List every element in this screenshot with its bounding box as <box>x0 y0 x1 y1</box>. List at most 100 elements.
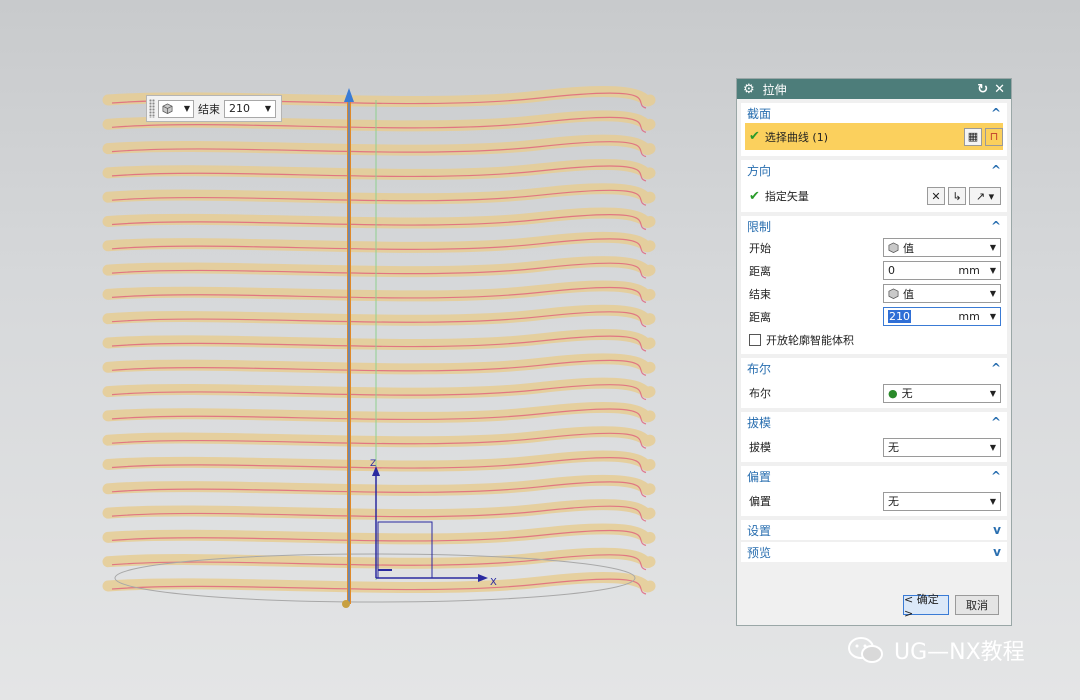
chevron-down-icon: ▼ <box>989 388 996 398</box>
open-profile-row: 开放轮廓智能体积 <box>741 328 1007 351</box>
boolean-header[interactable]: 布尔 ^ <box>741 358 1007 378</box>
curve-select-icon[interactable]: ⊓ <box>985 127 1003 146</box>
chevron-down-icon: ▼ <box>989 312 996 321</box>
vector-dialog-icon[interactable]: ↳ <box>948 187 966 205</box>
boolean-none-icon: ● <box>888 386 898 400</box>
chevron-down-icon: ▼ <box>989 496 996 506</box>
boolean-title: 布尔 <box>747 361 772 376</box>
end-label: 结束 <box>198 102 220 116</box>
chevron-up-icon: ^ <box>990 219 1001 233</box>
cube-icon <box>888 288 899 299</box>
check-icon: ✔ <box>749 188 760 204</box>
end-value-dropdown[interactable]: 210 ▼ <box>224 99 276 118</box>
offset-dropdown[interactable]: 无 ▼ <box>883 491 1001 511</box>
direction-header[interactable]: 方向 ^ <box>741 160 1007 180</box>
boolean-dropdown[interactable]: ● 无 ▼ <box>883 383 1001 403</box>
section-panel: 截面 ^ ✔ 选择曲线 (1) ▦ ⊓ <box>741 103 1007 156</box>
vector-arrow-head <box>344 88 354 102</box>
preview-header[interactable]: 预览 v <box>741 542 1007 562</box>
draft-panel: 拔模 ^ 拔模 无 ▼ <box>741 412 1007 462</box>
extrude-dialog: ⚙ 拉伸 ↻ ✕ 截面 ^ ✔ 选择曲线 (1) ▦ ⊓ 方向 ^ ✔ 指定矢量… <box>736 78 1012 626</box>
boolean-value: 无 <box>901 387 913 400</box>
wcs-triad: Z X <box>370 459 497 588</box>
limits-title: 限制 <box>747 219 772 234</box>
chevron-down-icon: ▼ <box>989 289 996 298</box>
unit-label: mm <box>958 310 980 323</box>
check-icon: ✔ <box>749 129 760 144</box>
chevron-down-icon: ▼ <box>264 104 271 113</box>
specify-vector-label: 指定矢量 <box>764 190 809 203</box>
chevron-down-icon: v <box>993 545 1001 559</box>
boolean-label: 布尔 <box>749 387 771 400</box>
open-profile-label: 开放轮廓智能体积 <box>766 333 854 347</box>
end-distance-label: 距离 <box>749 310 771 324</box>
unit-label: mm <box>958 264 980 277</box>
offset-title: 偏置 <box>747 469 772 484</box>
dialog-title: 拉伸 <box>762 82 787 97</box>
cube-icon <box>162 103 173 114</box>
offset-value: 无 <box>888 495 899 508</box>
mini-toolbar: ▼ 结束 210 ▼ <box>146 95 282 122</box>
start-type-value: 值 <box>903 241 914 255</box>
reset-icon[interactable]: ↻ <box>977 82 988 97</box>
preview-panel: 预览 v <box>741 542 1007 562</box>
chevron-up-icon: ^ <box>990 469 1001 483</box>
end-row: 结束 值 ▼ <box>741 282 1007 305</box>
start-distance-label: 距离 <box>749 264 771 278</box>
start-type-dropdown[interactable]: 值 ▼ <box>883 238 1001 257</box>
boolean-panel: 布尔 ^ 布尔 ● 无 ▼ <box>741 358 1007 408</box>
chevron-down-icon: v <box>993 523 1001 537</box>
grip-handle[interactable] <box>149 99 155 118</box>
section-header[interactable]: 截面 ^ <box>741 103 1007 123</box>
end-value: 210 <box>229 102 250 115</box>
end-label: 结束 <box>749 287 771 301</box>
watermark-text: UG—NX教程 <box>894 640 1025 665</box>
boolean-row: 布尔 ● 无 ▼ <box>741 378 1007 408</box>
end-distance-row: 距离 210 mm ▼ <box>741 305 1007 328</box>
start-distance-row: 距离 0 mm ▼ <box>741 259 1007 282</box>
draft-row: 拔模 无 ▼ <box>741 432 1007 462</box>
chevron-up-icon: ^ <box>990 163 1001 177</box>
draft-value: 无 <box>888 441 899 454</box>
chevron-up-icon: ^ <box>990 106 1001 120</box>
draft-title: 拔模 <box>747 415 772 430</box>
end-type-value: 值 <box>903 287 914 301</box>
draft-header[interactable]: 拔模 ^ <box>741 412 1007 432</box>
start-distance-field[interactable]: 0 mm ▼ <box>883 261 1001 280</box>
cube-icon <box>888 242 899 253</box>
settings-header[interactable]: 设置 v <box>741 520 1007 540</box>
section-title: 截面 <box>747 106 772 121</box>
open-profile-checkbox[interactable] <box>749 333 761 346</box>
offset-row: 偏置 无 ▼ <box>741 486 1007 516</box>
direction-panel: 方向 ^ ✔ 指定矢量 ✕ ↳ ↗ ▾ <box>741 160 1007 212</box>
direction-title: 方向 <box>747 163 772 178</box>
settings-panel: 设置 v <box>741 520 1007 540</box>
end-distance-value: 210 <box>888 310 911 323</box>
limit-type-dropdown[interactable]: ▼ <box>158 99 194 118</box>
reverse-direction-icon[interactable]: ✕ <box>927 187 945 205</box>
offset-header[interactable]: 偏置 ^ <box>741 466 1007 486</box>
ok-button[interactable]: < 确定 > <box>903 593 949 620</box>
select-curve-row[interactable]: ✔ 选择曲线 (1) ▦ ⊓ <box>745 123 1003 150</box>
end-type-dropdown[interactable]: 值 ▼ <box>883 284 1001 303</box>
offset-panel: 偏置 ^ 偏置 无 ▼ <box>741 466 1007 516</box>
vector-type-dropdown[interactable]: ↗ ▾ <box>969 187 1001 205</box>
draft-label: 拔模 <box>749 441 771 454</box>
draft-dropdown[interactable]: 无 ▼ <box>883 437 1001 457</box>
offset-label: 偏置 <box>749 495 771 508</box>
chevron-down-icon: ▼ <box>989 442 996 452</box>
end-distance-field[interactable]: 210 mm ▼ <box>883 307 1001 326</box>
x-axis-label: X <box>490 577 497 588</box>
watermark: UG—NX教程 <box>846 634 1025 666</box>
sketch-section-icon[interactable]: ▦ <box>964 127 982 146</box>
chevron-down-icon: ▼ <box>183 104 190 113</box>
close-icon[interactable]: ✕ <box>994 82 1005 97</box>
gear-icon: ⚙ <box>743 81 755 97</box>
chevron-down-icon: ▼ <box>989 243 996 252</box>
extruded-coil-body <box>102 86 656 595</box>
cancel-button[interactable]: 取消 <box>955 595 999 615</box>
limits-header[interactable]: 限制 ^ <box>741 216 1007 236</box>
z-axis-label: Z <box>370 459 376 469</box>
start-distance-value: 0 <box>888 264 895 277</box>
specify-vector-row: ✔ 指定矢量 ✕ ↳ ↗ ▾ <box>741 180 1007 212</box>
